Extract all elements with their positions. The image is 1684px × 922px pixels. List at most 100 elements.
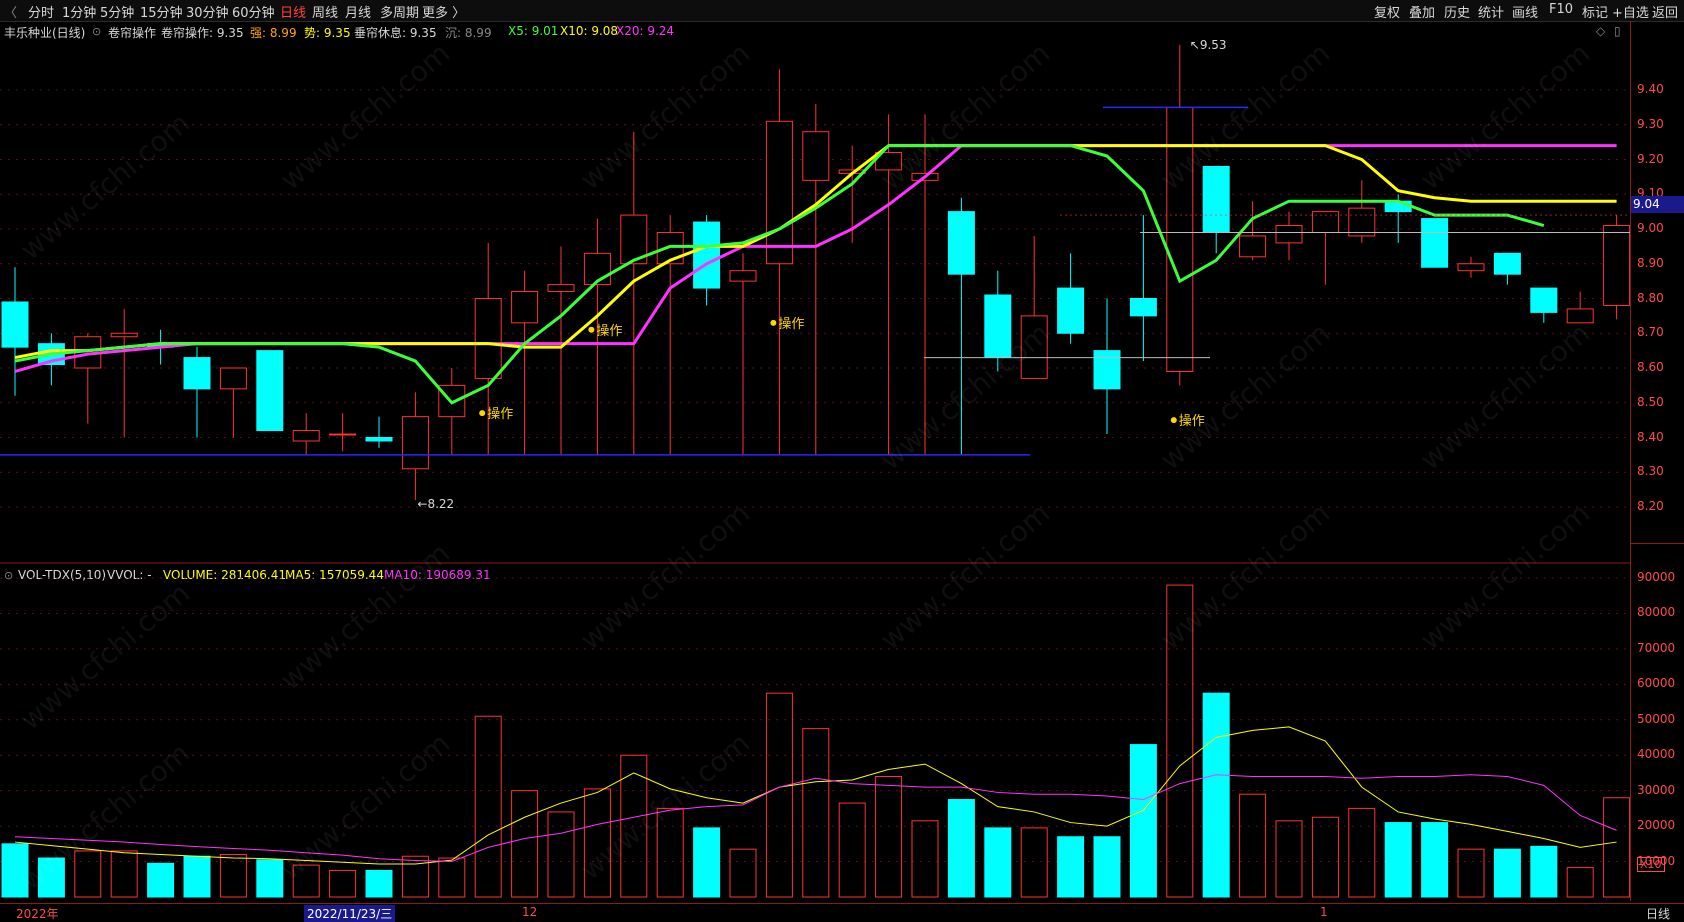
vol-tick: 40000	[1637, 747, 1676, 762]
volume-bar	[693, 827, 721, 898]
volume-bar	[1384, 822, 1412, 898]
toolbar-button[interactable]: F10	[1549, 2, 1573, 17]
menu-arrow-icon[interactable]: 〈	[4, 2, 17, 21]
volume-bar	[729, 848, 757, 898]
period-tab[interactable]: 多周期	[380, 2, 419, 21]
candle-body	[729, 270, 757, 282]
candle-body	[292, 430, 320, 442]
volume-bar	[147, 862, 175, 898]
price-axis: 9.40 9.30 9.20 9.10 9.00 8.90 8.80 8.70 8.60 8.50…	[1630, 21, 1684, 901]
period-tab[interactable]: 60分钟	[232, 2, 275, 21]
toolbar-button[interactable]: 返回	[1652, 2, 1678, 21]
price-tick: 8.40	[1637, 429, 1664, 444]
volume-bar	[1348, 807, 1376, 898]
period-tab[interactable]: 周线	[312, 2, 338, 21]
price-tick: 9.40	[1637, 82, 1664, 96]
period-tab[interactable]: 更多 〉	[422, 2, 465, 21]
volume-bar	[1566, 867, 1594, 898]
volume-bar	[183, 855, 211, 898]
candle-body	[1202, 165, 1230, 233]
volume-bar	[1311, 816, 1339, 898]
toolbar-button[interactable]: 叠加	[1409, 2, 1435, 21]
period-toolbar: 〈 分时 1分钟 5分钟 15分钟 30分钟 60分钟 日线 周线 月线 多周期 更多 〉 复权 叠加…	[0, 0, 1684, 22]
period-tab[interactable]: 1分钟	[62, 2, 96, 21]
volume-bar	[1493, 848, 1521, 898]
date-year: 2022年	[16, 907, 59, 921]
vol-tick: 30000	[1637, 782, 1676, 797]
period-tab[interactable]: 15分钟	[140, 2, 183, 21]
toolbar-button[interactable]: 画线	[1512, 2, 1538, 21]
low-label: ←8.22	[417, 497, 454, 511]
candle-body	[1348, 207, 1376, 237]
candle-body	[1493, 252, 1521, 275]
candle-body	[547, 284, 575, 293]
toolbar-button[interactable]: 标记	[1582, 2, 1608, 21]
op-marker-dot	[588, 326, 595, 333]
volume-bar	[438, 857, 466, 898]
candle-body	[1530, 287, 1558, 313]
volume-bar	[219, 853, 247, 898]
volume-bar	[474, 715, 502, 898]
price-tick: 8.90	[1637, 255, 1664, 270]
volume-bar	[1239, 793, 1267, 898]
candle-body	[183, 357, 211, 390]
volume-bar	[1603, 797, 1630, 898]
price-tick: 8.50	[1637, 394, 1664, 409]
candle-body	[474, 298, 502, 379]
candle-body	[110, 332, 138, 338]
volume-bar	[365, 869, 393, 898]
period-tab[interactable]: 5分钟	[100, 2, 134, 21]
period-tab[interactable]: 分时	[28, 2, 54, 21]
candle-body	[1275, 225, 1303, 244]
price-tick: 8.20	[1637, 499, 1664, 513]
vol-unit-badge: X10	[1637, 857, 1665, 872]
candle-body	[1421, 218, 1449, 268]
candle-body	[947, 211, 975, 275]
date-axis: 2022年 2022/11/23/三 12 1 日线	[0, 903, 1684, 922]
toolbar-button[interactable]: +自选	[1612, 2, 1649, 21]
volume-bar	[1530, 845, 1558, 898]
period-tab[interactable]: 日线	[280, 2, 306, 21]
candle-body	[1311, 211, 1339, 233]
candle-body	[802, 131, 830, 181]
volume-bar	[984, 827, 1012, 898]
high-label: ↖9.53	[1190, 38, 1227, 52]
volume-bar	[401, 855, 429, 898]
candle-body	[765, 120, 793, 265]
toolbar-button[interactable]: 统计	[1478, 2, 1504, 21]
candle-body	[1457, 263, 1485, 272]
price-tick: 8.80	[1637, 290, 1664, 305]
toolbar-button[interactable]: 历史	[1444, 2, 1470, 21]
date-month-12: 12	[522, 905, 538, 919]
candle-body	[693, 221, 721, 289]
volume-bar	[1020, 827, 1048, 898]
volume-bar	[329, 869, 357, 898]
volume-bar	[1457, 848, 1485, 898]
candle-body	[1129, 298, 1157, 317]
kline-chart[interactable]: ↖9.53←8.22操作操作 操作操作	[0, 21, 1630, 901]
op-marker-dot	[1170, 417, 1177, 424]
volume-bar	[1057, 836, 1085, 898]
toolbar-button[interactable]: 复权	[1374, 2, 1400, 21]
volume-bar	[911, 820, 939, 898]
vol-ma5-line	[14, 726, 1617, 865]
candle-body	[1057, 287, 1085, 334]
volume-bar	[1093, 836, 1121, 898]
vol-tick: 50000	[1637, 711, 1676, 726]
volume-bar	[802, 728, 830, 898]
candle-body	[511, 291, 539, 324]
volume-bar	[838, 802, 866, 898]
price-tick: 9.30	[1637, 116, 1664, 131]
op-marker-label: 操作	[778, 316, 804, 332]
period-tab[interactable]: 30分钟	[186, 2, 229, 21]
volume-bar	[1202, 692, 1230, 898]
date-month-1: 1	[1320, 905, 1328, 919]
op-marker-dot	[770, 319, 777, 326]
vol-tick: 90000	[1637, 570, 1676, 584]
volume-bar	[511, 790, 539, 898]
volume-bars	[1, 584, 1630, 898]
volume-bar	[1421, 822, 1449, 898]
candle-body	[1, 301, 29, 348]
candle-body	[365, 437, 393, 442]
period-tab[interactable]: 月线	[345, 2, 371, 21]
